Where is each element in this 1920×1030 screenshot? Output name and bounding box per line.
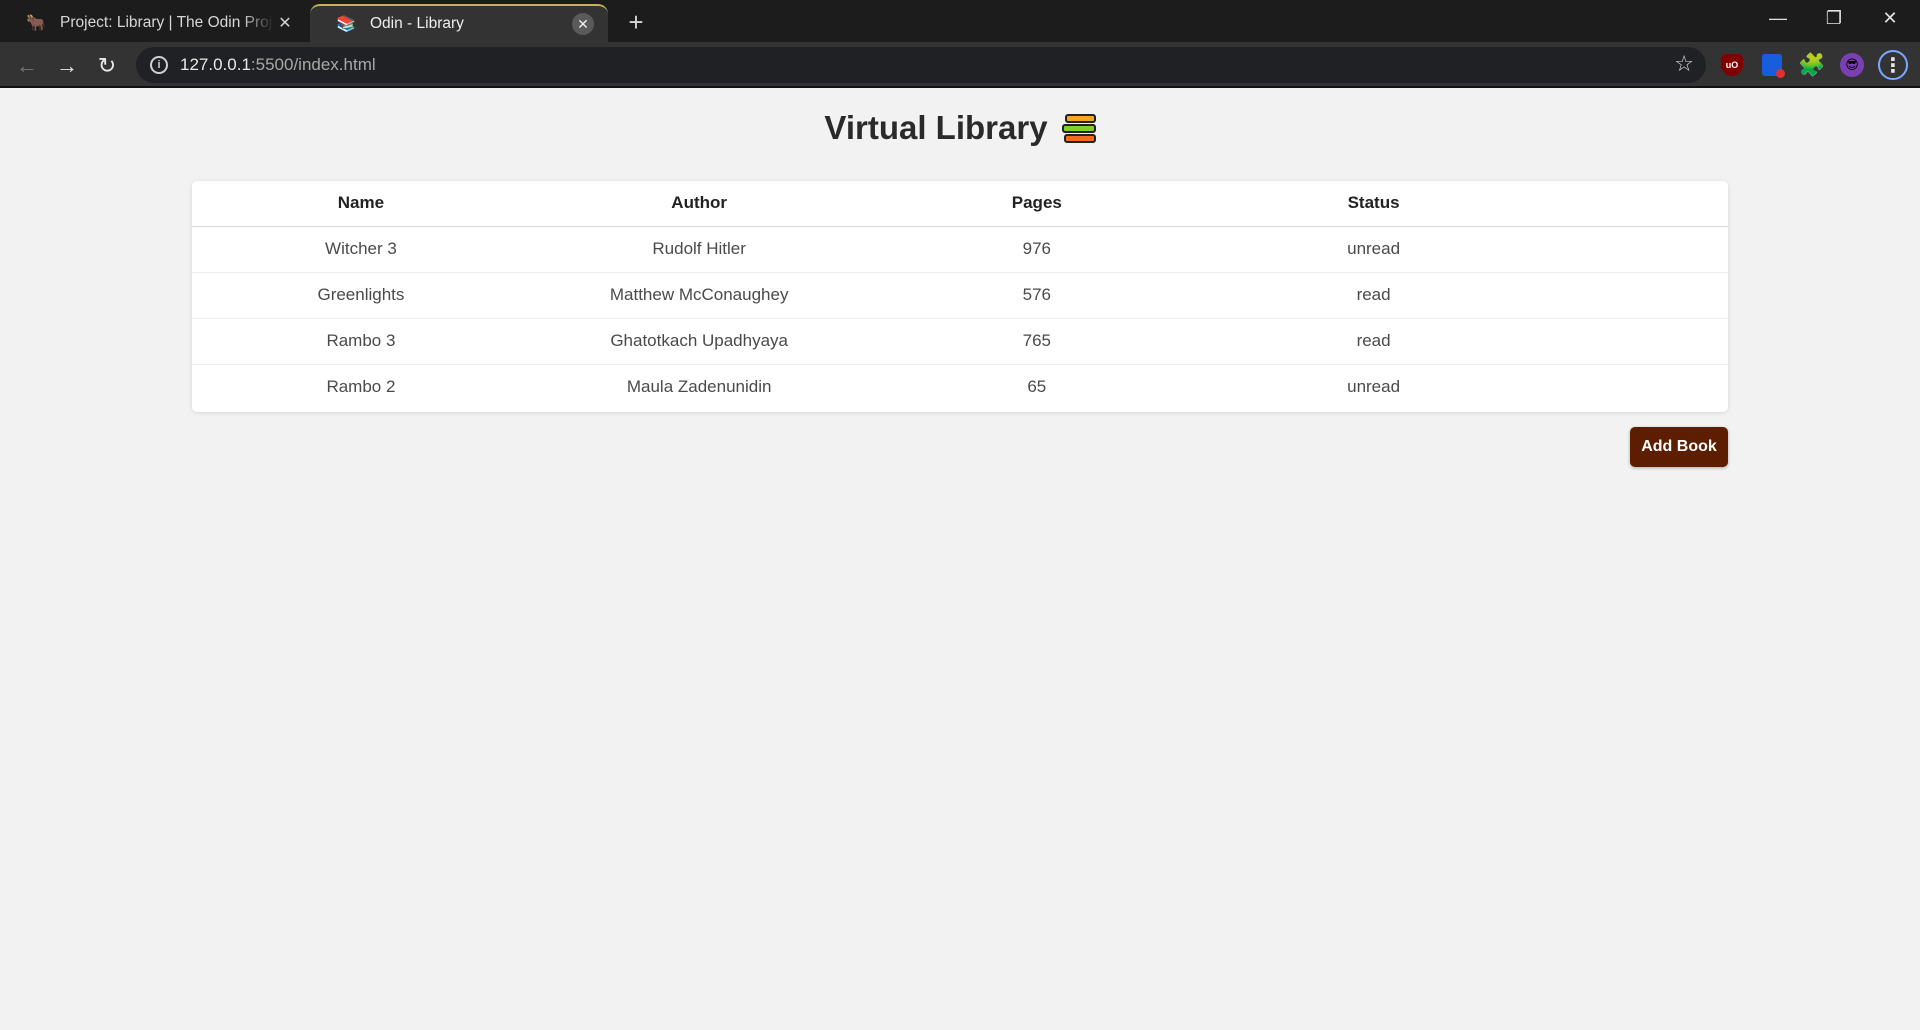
address-url[interactable]: 127.0.0.1:5500/index.html <box>180 55 376 75</box>
table-row: Greenlights Matthew McConaughey 576 read <box>192 272 1728 319</box>
table-filler <box>1541 318 1728 365</box>
table-filler <box>1541 226 1728 273</box>
close-tab-icon[interactable]: ✕ <box>572 13 594 35</box>
book-author: Ghatotkach Upadhyaya <box>529 318 869 365</box>
book-pages: 765 <box>868 318 1206 365</box>
column-header-pages: Pages <box>868 181 1206 227</box>
book-status: read <box>1205 272 1542 319</box>
table-row: Rambo 2 Maula Zadenunidin 65 unread <box>192 364 1728 410</box>
book-status: unread <box>1347 377 1401 397</box>
books-table-card: Name Author Pages Status Witcher 3 Rudol… <box>192 181 1728 412</box>
column-header-status: Status <box>1205 181 1542 227</box>
book-name: Rambo 3 <box>192 318 530 365</box>
tab-title: Project: Library | The Odin Project <box>60 14 274 31</box>
close-window-icon[interactable]: ✕ <box>1862 0 1918 36</box>
book-author: Matthew McConaughey <box>529 272 869 319</box>
add-book-button[interactable]: Add Book <box>1630 427 1728 467</box>
books-icon: 📚 <box>336 16 356 33</box>
minimize-icon[interactable]: — <box>1750 0 1806 36</box>
book-name: Rambo 2 <box>326 377 396 397</box>
forward-icon[interactable]: → <box>50 49 84 83</box>
browser-tab-library[interactable]: 📚 Odin - Library ✕ <box>310 4 608 42</box>
book-status: read <box>1205 318 1542 365</box>
bitwarden-extension-icon[interactable] <box>1758 51 1786 79</box>
browser-tab-odin-project[interactable]: 🐂 Project: Library | The Odin Project ✕ <box>0 4 310 42</box>
tab-title: Odin - Library <box>370 15 464 32</box>
book-status: unread <box>1205 226 1542 273</box>
odin-icon: 🐂 <box>26 15 46 32</box>
table-filler <box>1542 364 1728 410</box>
table-header-row: Name Author Pages Status <box>192 181 1728 227</box>
page-title: Virtual Library <box>0 109 1920 147</box>
book-name: Witcher 3 <box>192 226 530 273</box>
column-header-author: Author <box>529 181 869 227</box>
page-content: Virtual Library Name Author Pages Status… <box>0 89 1920 1030</box>
table-filler <box>1541 181 1728 227</box>
book-author: Maula Zadenunidin <box>626 377 772 397</box>
column-header-name: Name <box>192 181 530 227</box>
book-author: Rudolf Hitler <box>529 226 869 273</box>
site-info-icon[interactable]: i <box>150 56 168 74</box>
extensions-puzzle-icon[interactable]: 🧩 <box>1798 51 1826 79</box>
page-title-text: Virtual Library <box>824 109 1048 146</box>
book-pages: 65 <box>1027 377 1047 397</box>
book-pages: 576 <box>868 272 1206 319</box>
table-row: Rambo 3 Ghatotkach Upadhyaya 765 read <box>192 318 1728 365</box>
address-bar[interactable]: i 127.0.0.1:5500/index.html ☆ <box>136 47 1706 83</box>
reload-icon[interactable]: ↻ <box>90 49 124 83</box>
table-row: Witcher 3 Rudolf Hitler 976 unread <box>192 226 1728 273</box>
table-filler <box>1541 272 1728 319</box>
book-name: Greenlights <box>192 272 530 319</box>
browser-tab-bar: 🐂 Project: Library | The Odin Project ✕ … <box>0 0 1920 42</box>
books-icon <box>1061 111 1096 145</box>
browser-toolbar: ← → ↻ i 127.0.0.1:5500/index.html ☆ uO 🧩… <box>0 42 1920 88</box>
book-pages: 976 <box>868 226 1206 273</box>
profile-avatar-icon[interactable]: 😎 <box>1838 51 1866 79</box>
back-icon[interactable]: ← <box>10 49 44 83</box>
new-tab-button[interactable]: + <box>620 6 652 38</box>
books-table: Name Author Pages Status Witcher 3 Rudol… <box>192 181 1728 410</box>
ublock-extension-icon[interactable]: uO <box>1718 51 1746 79</box>
close-tab-icon[interactable]: ✕ <box>274 12 296 34</box>
browser-menu-icon[interactable]: ⋮ <box>1878 50 1908 80</box>
bookmark-star-icon[interactable]: ☆ <box>1674 51 1694 77</box>
restore-icon[interactable]: ❐ <box>1806 0 1862 36</box>
